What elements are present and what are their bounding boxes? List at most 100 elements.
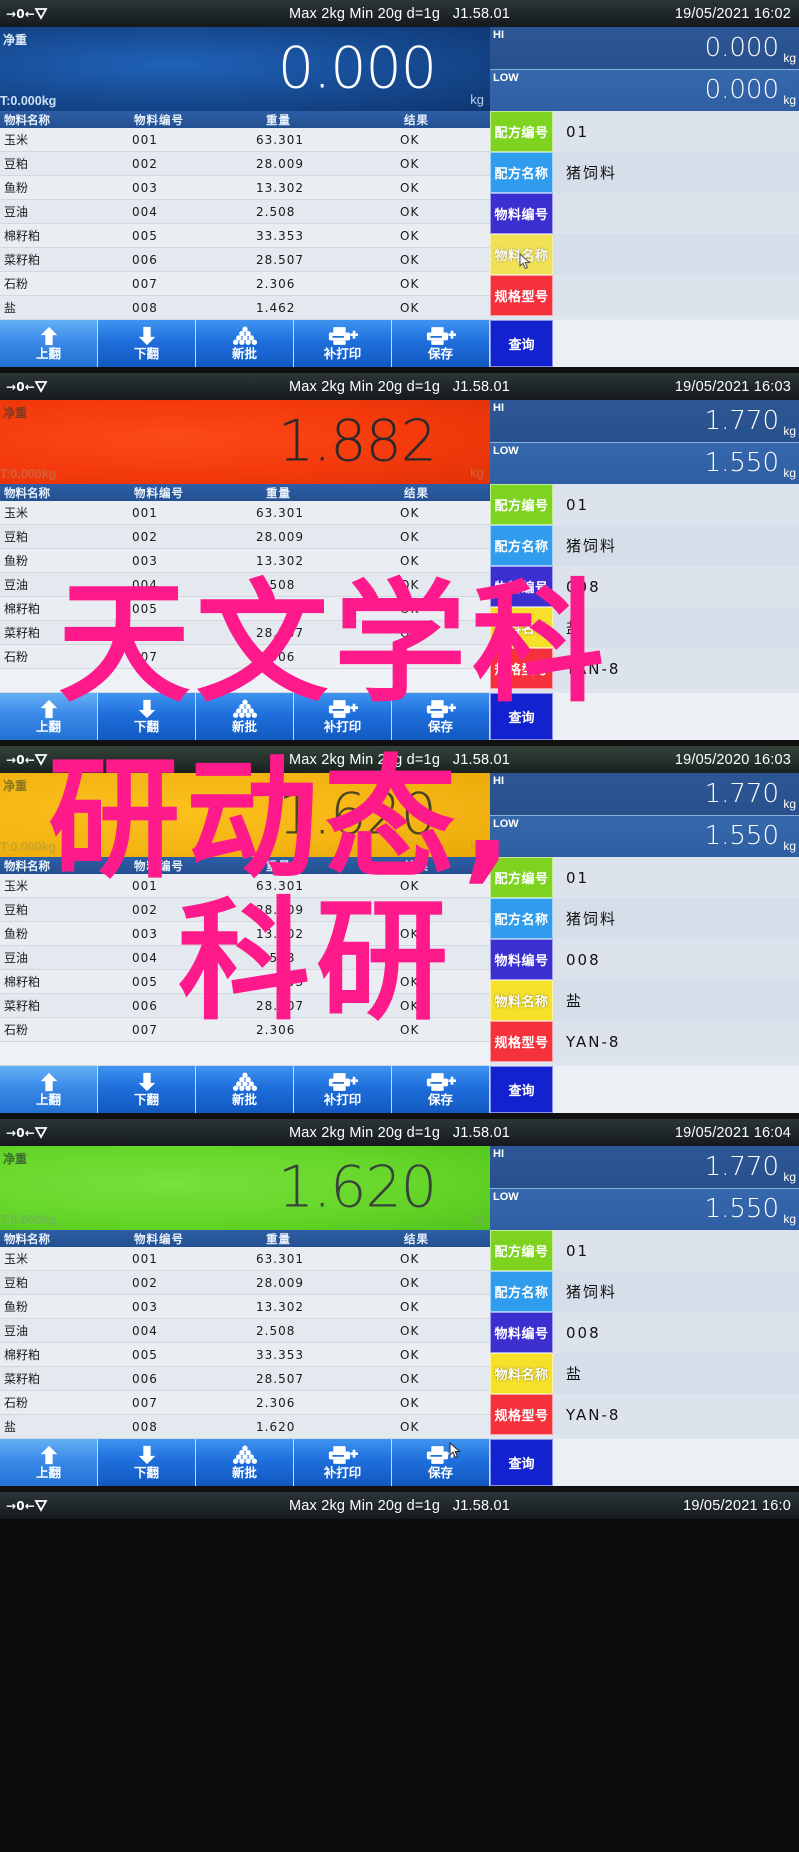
- table-row[interactable]: 鱼粉 003 13.302 OK: [0, 176, 490, 200]
- new-batch-button[interactable]: 新批: [196, 693, 294, 740]
- table-row[interactable]: 豆粕 002 28.009 OK: [0, 1271, 490, 1295]
- table-row[interactable]: 盐 008 1.620 OK: [0, 1415, 490, 1439]
- table-row[interactable]: 石粉 007 2.306 OK: [0, 645, 490, 669]
- table-row[interactable]: 棉籽粕 005 33.353 OK: [0, 970, 490, 994]
- save-button[interactable]: 保存: [392, 320, 490, 367]
- save-button[interactable]: 保存: [392, 1066, 490, 1113]
- query-button[interactable]: 查询: [490, 693, 553, 740]
- page-up-button[interactable]: 上翻: [0, 1066, 98, 1113]
- page-down-button[interactable]: 下翻: [98, 1439, 196, 1486]
- table-row[interactable]: 菜籽粕 006 28.507 OK: [0, 994, 490, 1018]
- field-row-formula-name[interactable]: 配方名称 猪饲料: [490, 1271, 799, 1312]
- reprint-button[interactable]: 补打印: [294, 1066, 392, 1113]
- query-button[interactable]: 查询: [490, 1066, 553, 1113]
- field-row-formula-code[interactable]: 配方编号 01: [490, 111, 799, 152]
- field-row-formula-name[interactable]: 配方名称 猪饲料: [490, 898, 799, 939]
- material-code-button[interactable]: 物料编号: [490, 939, 553, 980]
- table-row[interactable]: 鱼粉 003 13.302 OK: [0, 1295, 490, 1319]
- field-row-material-code[interactable]: 物料编号 008: [490, 939, 799, 980]
- table-row[interactable]: 石粉 007 2.306 OK: [0, 1018, 490, 1042]
- table-row[interactable]: 豆粕 002 28.009 OK: [0, 898, 490, 922]
- formula-code-button[interactable]: 配方编号: [490, 857, 553, 898]
- material-name-button[interactable]: 物料名称: [490, 234, 553, 275]
- field-row-material-name[interactable]: 物料名称盐: [490, 607, 799, 648]
- table-row[interactable]: 鱼粉 003 13.302 OK: [0, 922, 490, 946]
- page-up-button[interactable]: 上翻: [0, 320, 98, 367]
- table-row[interactable]: 玉米 001 63.301 OK: [0, 128, 490, 152]
- page-down-button[interactable]: 下翻: [98, 693, 196, 740]
- field-row-material-name[interactable]: 物料名称盐: [490, 1353, 799, 1394]
- material-name-button[interactable]: 物料名称: [490, 980, 553, 1021]
- formula-code-button[interactable]: 配方编号: [490, 1230, 553, 1271]
- table-row[interactable]: 玉米 001 63.301 OK: [0, 874, 490, 898]
- table-row[interactable]: 石粉 007 2.306 OK: [0, 1391, 490, 1415]
- page-up-button-label: 上翻: [35, 720, 61, 734]
- page-down-button[interactable]: 下翻: [98, 320, 196, 367]
- field-row-spec-model[interactable]: 规格型号 YAN-8: [490, 1021, 799, 1062]
- table-row[interactable]: 豆粕 002 28.009 OK: [0, 525, 490, 549]
- new-batch-button[interactable]: 新批: [196, 320, 294, 367]
- new-batch-button[interactable]: 新批: [196, 1439, 294, 1486]
- field-row-material-name[interactable]: 物料名称盐: [490, 980, 799, 1021]
- field-row-spec-model[interactable]: 规格型号 YAN-8: [490, 648, 799, 689]
- field-row-formula-code[interactable]: 配方编号 01: [490, 1230, 799, 1271]
- table-row[interactable]: 鱼粉 003 13.302 OK: [0, 549, 490, 573]
- weight-unit: kg: [470, 92, 484, 107]
- table-row[interactable]: 菜籽粕 006 28.507 OK: [0, 1367, 490, 1391]
- table-row[interactable]: 玉米 001 63.301 OK: [0, 501, 490, 525]
- cell-material-name: 菜籽粕: [4, 1372, 41, 1386]
- spec-model-button[interactable]: 规格型号: [490, 1394, 553, 1435]
- save-button[interactable]: 保存: [392, 693, 490, 740]
- reprint-button[interactable]: 补打印: [294, 1439, 392, 1486]
- table-row[interactable]: 棉籽粕 005 33.353 OK: [0, 1343, 490, 1367]
- field-row-spec-model[interactable]: 规格型号: [490, 275, 799, 316]
- table-row[interactable]: 豆油 004 2.508 OK: [0, 946, 490, 970]
- table-row[interactable]: 豆油 004 2.508 OK: [0, 200, 490, 224]
- table-row[interactable]: 菜籽粕 006 28.507 OK: [0, 621, 490, 645]
- table-row[interactable]: 石粉 007 2.306 OK: [0, 272, 490, 296]
- field-row-spec-model[interactable]: 规格型号 YAN-8: [490, 1394, 799, 1435]
- formula-name-button[interactable]: 配方名称: [490, 525, 553, 566]
- field-row-formula-name[interactable]: 配方名称 猪饲料: [490, 525, 799, 566]
- field-row-formula-name[interactable]: 配方名称 猪饲料: [490, 152, 799, 193]
- page-up-button[interactable]: 上翻: [0, 693, 98, 740]
- page-up-button[interactable]: 上翻: [0, 1439, 98, 1486]
- formula-code-button[interactable]: 配方编号: [490, 484, 553, 525]
- query-button[interactable]: 查询: [490, 320, 553, 367]
- spec-model-button[interactable]: 规格型号: [490, 1021, 553, 1062]
- field-row-material-code[interactable]: 物料编号: [490, 193, 799, 234]
- formula-name-button[interactable]: 配方名称: [490, 1271, 553, 1312]
- table-row[interactable]: 豆粕 002 28.009 OK: [0, 152, 490, 176]
- field-row-formula-code[interactable]: 配方编号 01: [490, 857, 799, 898]
- material-name-button[interactable]: 物料名称: [490, 607, 553, 648]
- formula-name-button[interactable]: 配方名称: [490, 152, 553, 193]
- new-batch-button[interactable]: 新批: [196, 1066, 294, 1113]
- page-down-button[interactable]: 下翻: [98, 1066, 196, 1113]
- table-row[interactable]: 盐 008 1.462 OK: [0, 296, 490, 320]
- field-row-material-name[interactable]: 物料名称: [490, 234, 799, 275]
- table-row[interactable]: 菜籽粕 006 28.507 OK: [0, 248, 490, 272]
- query-button[interactable]: 查询: [449, 1439, 553, 1486]
- material-code-button[interactable]: 物料编号: [490, 566, 553, 607]
- save-button[interactable]: 保存: [392, 1439, 490, 1486]
- table-row[interactable]: 棉籽粕 005 33.353 OK: [0, 597, 490, 621]
- field-row-material-code[interactable]: 物料编号 008: [490, 566, 799, 607]
- formula-code-button[interactable]: 配方编号: [490, 111, 553, 152]
- material-code-button[interactable]: 物料编号: [490, 1312, 553, 1353]
- table-row[interactable]: 豆油 004 2.508 OK: [0, 1319, 490, 1343]
- cell-material-code: 001: [132, 132, 158, 147]
- field-row-material-code[interactable]: 物料编号 008: [490, 1312, 799, 1353]
- material-code-button[interactable]: 物料编号: [490, 193, 553, 234]
- formula-name-button[interactable]: 配方名称: [490, 898, 553, 939]
- save-button-label: 保存: [427, 1093, 453, 1107]
- field-row-formula-code[interactable]: 配方编号 01: [490, 484, 799, 525]
- table-row[interactable]: 豆油 004 2.508 OK: [0, 573, 490, 597]
- spec-model-button[interactable]: 规格型号: [490, 648, 553, 689]
- material-name-button[interactable]: 物料名称: [490, 1353, 553, 1394]
- reprint-button[interactable]: 补打印: [294, 320, 392, 367]
- cell-material-name: 鱼粉: [4, 554, 29, 568]
- table-row[interactable]: 棉籽粕 005 33.353 OK: [0, 224, 490, 248]
- spec-model-button[interactable]: 规格型号: [490, 275, 553, 316]
- table-row[interactable]: 玉米 001 63.301 OK: [0, 1247, 490, 1271]
- reprint-button[interactable]: 补打印: [294, 693, 392, 740]
